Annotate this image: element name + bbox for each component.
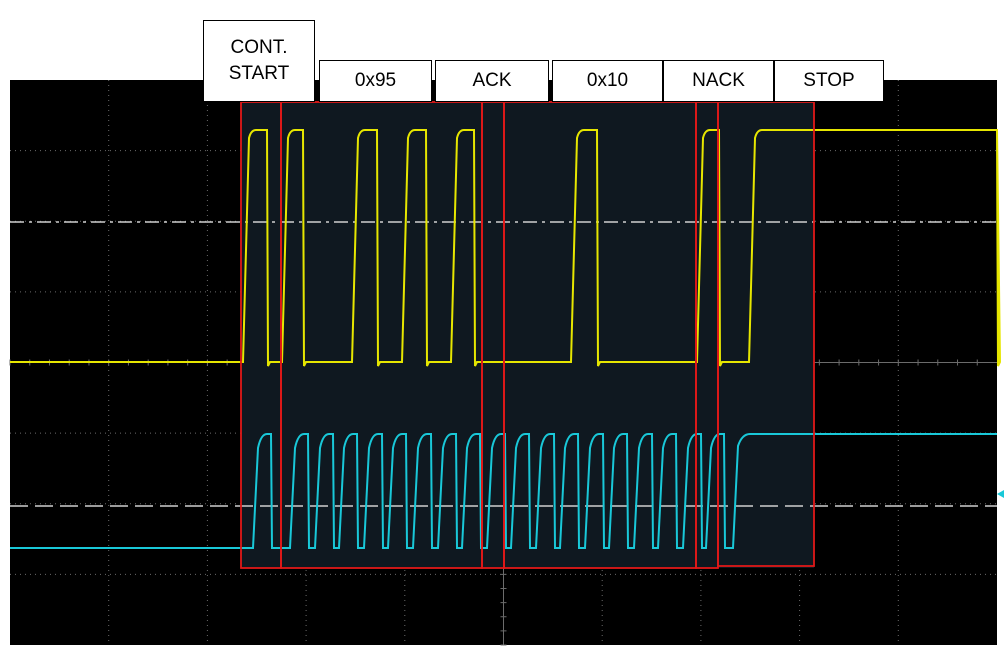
segment-label-text: CONT. START xyxy=(228,37,290,84)
segment-label-text: NACK xyxy=(692,70,745,92)
segment-label-0x95: 0x95 xyxy=(319,60,432,102)
segment-label-0x10: 0x10 xyxy=(552,60,663,102)
segment-label-nack: NACK xyxy=(663,60,774,102)
ch2-level-marker xyxy=(997,490,1004,498)
segment-label-text: ACK xyxy=(472,70,512,92)
decode-highlight xyxy=(241,102,814,568)
decode-region xyxy=(241,102,814,568)
segment-label-text: 0x10 xyxy=(586,70,629,92)
segment-label-text: STOP xyxy=(803,70,855,92)
segment-label-text: 0x95 xyxy=(354,70,397,92)
segment-label-stop: STOP xyxy=(774,60,884,102)
segment-label-ack: ACK xyxy=(435,60,549,102)
segment-label-cont-start: CONT. START xyxy=(203,20,315,102)
